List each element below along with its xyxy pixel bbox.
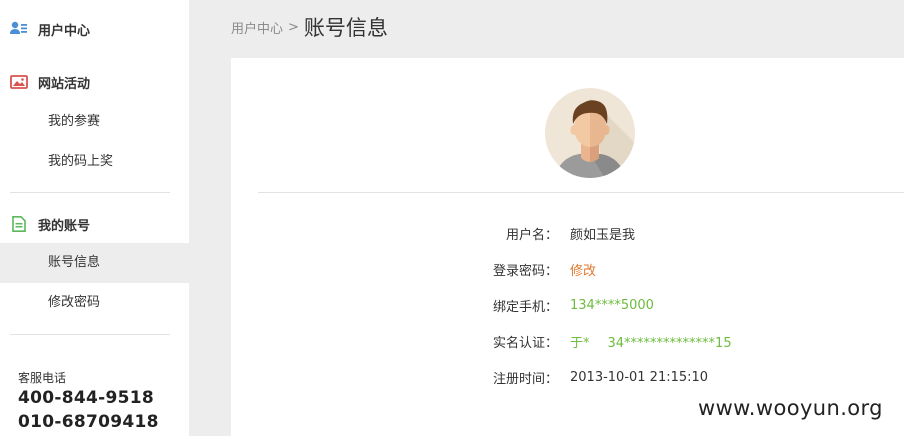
password-label: 登录密码： — [492, 263, 558, 279]
sidebar-section-account[interactable]: 我的账号 — [10, 212, 90, 236]
service-phone-1: 400-844-9518 — [18, 388, 154, 408]
sidebar-item-account-info[interactable]: 账号信息 — [0, 243, 189, 283]
info-row-username: 用户名： 颜如玉是我 — [231, 223, 904, 243]
info-row-register-time: 注册时间： 2013-10-01 21:15:10 — [231, 367, 904, 387]
account-info-panel: 用户名： 颜如玉是我 登录密码： 修改 绑定手机： 134****5000 实名… — [231, 58, 904, 436]
panel-divider — [258, 192, 904, 193]
page-title: 账号信息 — [303, 16, 388, 40]
register-time-label: 注册时间： — [492, 371, 558, 387]
sidebar-item-my-code-prize[interactable]: 我的码上奖 — [0, 142, 189, 182]
info-row-phone: 绑定手机： 134****5000 — [231, 295, 904, 315]
user-card-icon — [10, 21, 28, 37]
service-phone-2: 010-68709418 — [18, 412, 159, 432]
realname-id: 34**************15 — [607, 335, 732, 351]
sidebar-section-label: 网站活动 — [38, 76, 91, 92]
sidebar-section-user-center[interactable]: 用户中心 — [10, 17, 90, 41]
breadcrumb-separator: > — [288, 19, 299, 35]
sidebar-item-change-password[interactable]: 修改密码 — [0, 283, 189, 323]
realname-name: 于* — [570, 335, 590, 351]
breadcrumb: 用户中心 > 账号信息 — [231, 12, 388, 42]
phone-value: 134****5000 — [570, 297, 654, 313]
sidebar-item-my-entries[interactable]: 我的参赛 — [0, 102, 189, 142]
realname-label: 实名认证： — [492, 335, 558, 351]
breadcrumb-root-link[interactable]: 用户中心 — [231, 18, 283, 37]
info-row-realname: 实名认证： 于* 34**************15 — [231, 331, 904, 351]
image-icon — [10, 74, 28, 90]
sidebar-section-activity[interactable]: 网站活动 — [10, 70, 90, 94]
username-label: 用户名： — [505, 227, 558, 243]
sidebar: 用户中心 网站活动 我的参赛 我的码上奖 我的账号 账号信息 修改密码 客服电话… — [0, 0, 189, 436]
info-row-password: 登录密码： 修改 — [231, 259, 904, 279]
username-value: 颜如玉是我 — [570, 227, 636, 243]
avatar-icon — [545, 88, 635, 178]
sidebar-divider — [10, 192, 170, 193]
sidebar-divider — [10, 334, 170, 335]
service-phone-label: 客服电话 — [18, 371, 67, 385]
sidebar-section-label: 我的账号 — [38, 218, 91, 234]
sidebar-section-label: 用户中心 — [38, 23, 91, 39]
realname-value: 于* 34**************15 — [570, 332, 732, 351]
phone-label: 绑定手机： — [492, 299, 558, 315]
register-time-value: 2013-10-01 21:15:10 — [570, 369, 709, 385]
watermark: www.wooyun.org — [698, 396, 883, 420]
change-password-link[interactable]: 修改 — [570, 260, 596, 279]
document-icon — [10, 216, 28, 232]
